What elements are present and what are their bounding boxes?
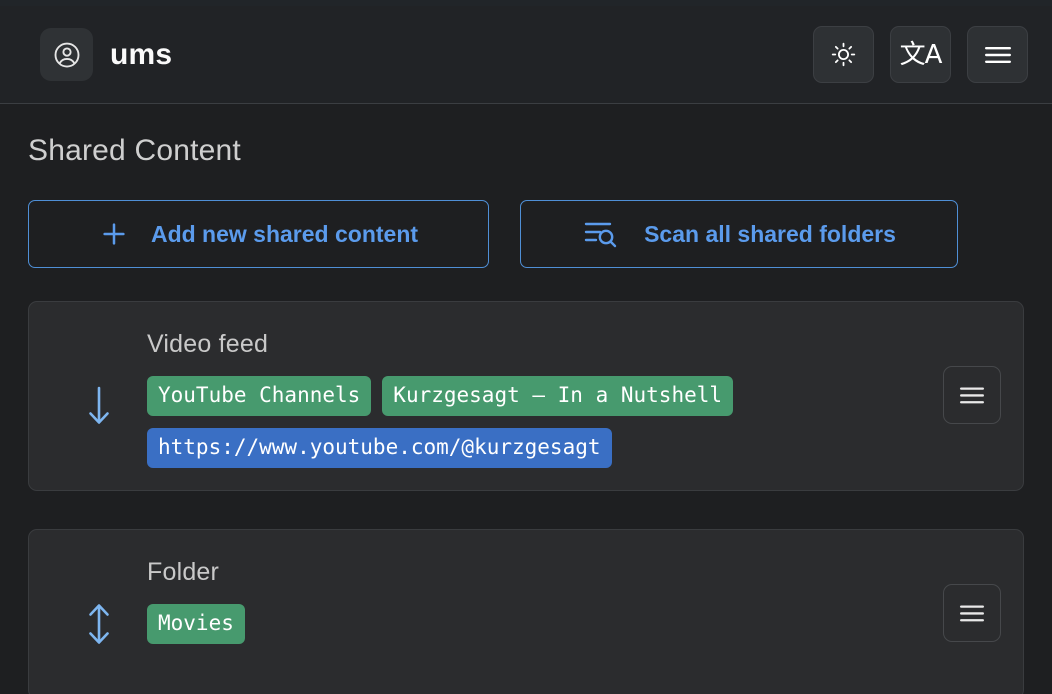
scan-all-shared-folders-label: Scan all shared folders xyxy=(644,220,896,247)
page-title: Shared Content xyxy=(28,134,241,167)
card-body: Folder Movies xyxy=(147,548,929,644)
add-new-shared-content-button[interactable]: Add new shared content xyxy=(28,200,489,268)
card-menu-button[interactable] xyxy=(943,584,1001,642)
main-content: Shared Content Add new shared content Sc… xyxy=(0,104,1052,694)
card-body: Video feed YouTube Channels Kurzgesagt —… xyxy=(147,320,929,468)
badge-tag: YouTube Channels xyxy=(147,376,372,416)
language-button[interactable]: 文A xyxy=(890,26,951,83)
app-root: ums 文A Shared Content Add new shared con… xyxy=(0,0,1052,694)
card-badges: Movies xyxy=(147,604,929,644)
card-kind-label: Video feed xyxy=(147,330,269,358)
translate-icon: 文A xyxy=(899,39,943,70)
hamburger-icon xyxy=(984,46,1011,63)
theme-toggle-button[interactable] xyxy=(813,26,874,83)
action-buttons-row: Add new shared content Scan all shared f… xyxy=(28,200,1024,268)
arrow-down-icon xyxy=(51,362,147,428)
badge-url[interactable]: https://www.youtube.com/@kurzgesagt xyxy=(147,428,612,468)
card-badges: YouTube Channels Kurzgesagt — In a Nutsh… xyxy=(147,376,929,468)
shared-content-card-video-feed[interactable]: Video feed YouTube Channels Kurzgesagt —… xyxy=(28,301,1024,491)
app-title: ums xyxy=(110,37,173,71)
app-header: ums 文A xyxy=(0,6,1052,104)
brand-area: ums xyxy=(40,28,172,81)
card-menu-button[interactable] xyxy=(943,366,1001,424)
scan-all-shared-folders-button[interactable]: Scan all shared folders xyxy=(520,200,958,268)
hamburger-icon xyxy=(960,387,984,403)
arrow-up-down-icon xyxy=(51,578,147,648)
hamburger-icon xyxy=(960,605,984,621)
header-actions: 文A xyxy=(813,26,1028,83)
add-new-shared-content-label: Add new shared content xyxy=(150,220,419,247)
menu-button[interactable] xyxy=(967,26,1028,83)
shared-content-card-folder[interactable]: Folder Movies xyxy=(28,529,1024,694)
account-circle-icon[interactable] xyxy=(40,28,93,81)
badge-tag: Movies xyxy=(147,604,245,644)
plus-icon xyxy=(103,223,125,245)
list-search-icon xyxy=(584,222,617,248)
card-kind-label: Folder xyxy=(147,558,220,586)
badge-tag: Kurzgesagt — In a Nutshell xyxy=(382,376,734,416)
